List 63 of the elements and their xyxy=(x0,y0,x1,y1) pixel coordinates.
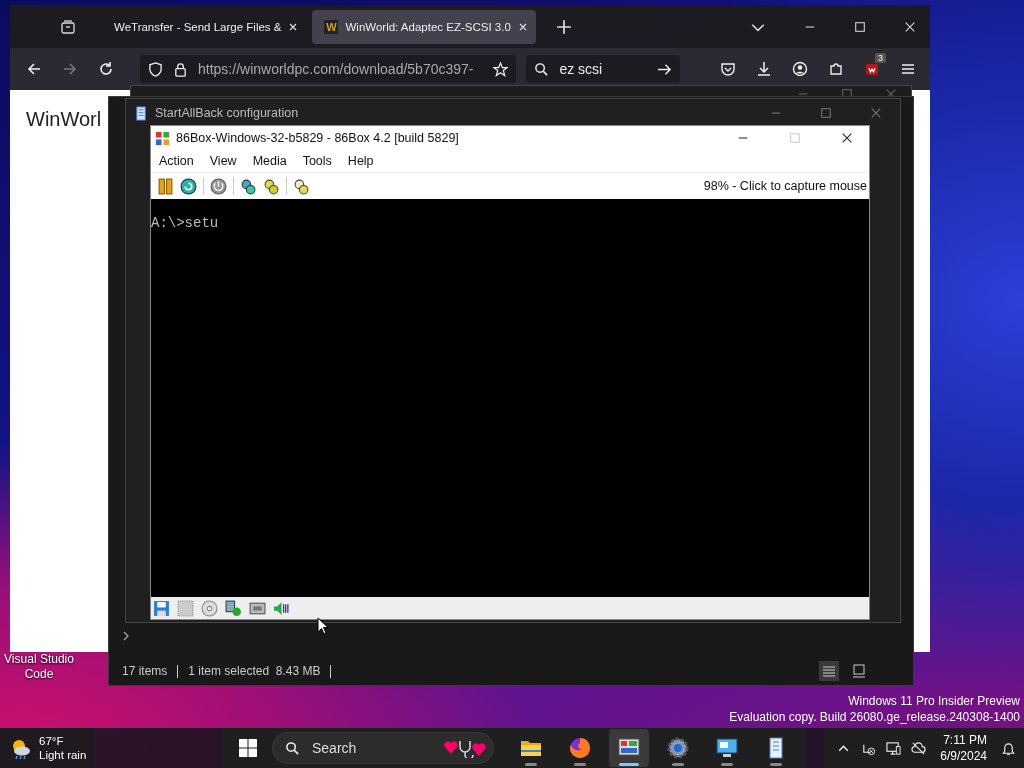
desktop-icon-label[interactable]: Visual Studio Code xyxy=(0,652,78,682)
search-field[interactable]: Search xyxy=(310,739,384,757)
notification-bell-icon[interactable] xyxy=(1001,740,1016,756)
close-icon[interactable] xyxy=(517,21,528,32)
url-text: https://winworldpc.com/download/5b70c397- xyxy=(198,61,475,77)
notice-text: Evaluation copy. Build 26080.ge_release.240308-1400 xyxy=(729,709,1020,725)
menu-item[interactable]: Action xyxy=(151,154,202,168)
browser-icon xyxy=(568,736,592,760)
menu-item[interactable]: Help xyxy=(339,154,382,168)
tab-list-icon[interactable] xyxy=(60,18,76,35)
app-icon xyxy=(155,130,170,146)
forward-icon[interactable] xyxy=(62,61,78,77)
download-icon[interactable] xyxy=(756,61,772,77)
close-icon[interactable] xyxy=(841,132,853,144)
floppy-icon[interactable] xyxy=(153,599,170,617)
menu-item[interactable]: Tools xyxy=(294,154,340,168)
console-text: A:\>setu xyxy=(151,215,219,231)
maximize-icon xyxy=(789,132,801,144)
reload-icon[interactable] xyxy=(98,61,114,77)
status-text: 17 items xyxy=(122,664,168,678)
pocket-icon[interactable] xyxy=(720,61,736,77)
status-text: 1 item selected 8.43 MB xyxy=(188,664,321,678)
speaker-icon[interactable] xyxy=(273,599,290,617)
app-icon xyxy=(134,105,149,121)
weather-widget[interactable]: 67°F Light rain xyxy=(0,728,94,768)
lock-icon xyxy=(173,61,188,77)
details-view-icon[interactable] xyxy=(819,661,839,681)
taskbar-app[interactable] xyxy=(609,729,649,767)
window-title: 86Box-Windows-32-b5829 - 86Box 4.2 [build 5829] xyxy=(176,131,459,145)
search-icon xyxy=(534,61,550,77)
site-favicon: W xyxy=(324,19,339,34)
monitor-icon xyxy=(715,736,739,760)
disc-icon[interactable] xyxy=(201,599,218,617)
network-icon[interactable] xyxy=(225,599,242,617)
chevron-right-icon[interactable] xyxy=(121,631,131,641)
window-title: StartAllBack configuration xyxy=(155,106,299,120)
start-icon[interactable] xyxy=(238,738,258,758)
notice-text: Windows 11 Pro Insider Preview xyxy=(848,693,1020,709)
star-icon[interactable] xyxy=(493,61,509,77)
browser-tab[interactable]: W WinWorld: Adaptec EZ-SCSI 3.0 xyxy=(312,9,536,44)
browser-tab[interactable]: WeTransfer - Send Large Files & xyxy=(102,9,307,44)
account-icon[interactable] xyxy=(792,61,808,77)
reset-icon[interactable] xyxy=(180,177,197,195)
extension-badge: 3 xyxy=(875,53,886,63)
monitor-icon[interactable] xyxy=(886,740,902,756)
hearts-drawing xyxy=(443,738,487,758)
new-tab-icon[interactable] xyxy=(555,18,572,35)
address-bar[interactable]: https://winworldpc.com/download/5b70c397- xyxy=(140,55,517,83)
back-icon[interactable] xyxy=(26,61,42,77)
extension-icon[interactable] xyxy=(864,61,880,77)
shield-icon xyxy=(148,61,163,77)
search-field[interactable]: ez scsi xyxy=(526,55,680,83)
menu-item[interactable]: Media xyxy=(244,154,295,168)
menu-icon[interactable] xyxy=(900,61,916,77)
power-icon[interactable] xyxy=(210,177,227,195)
clock[interactable]: 7:11 PM 6/9/2024 xyxy=(940,732,987,764)
menu-item[interactable]: View xyxy=(201,154,245,168)
search-icon xyxy=(285,740,300,756)
pause-icon[interactable] xyxy=(157,177,174,195)
gear-icon xyxy=(666,736,690,760)
page-heading: WinWorl xyxy=(26,108,102,130)
cloud-off-icon[interactable] xyxy=(911,740,927,756)
status-text: 98% - Click to capture mouse xyxy=(703,179,867,193)
